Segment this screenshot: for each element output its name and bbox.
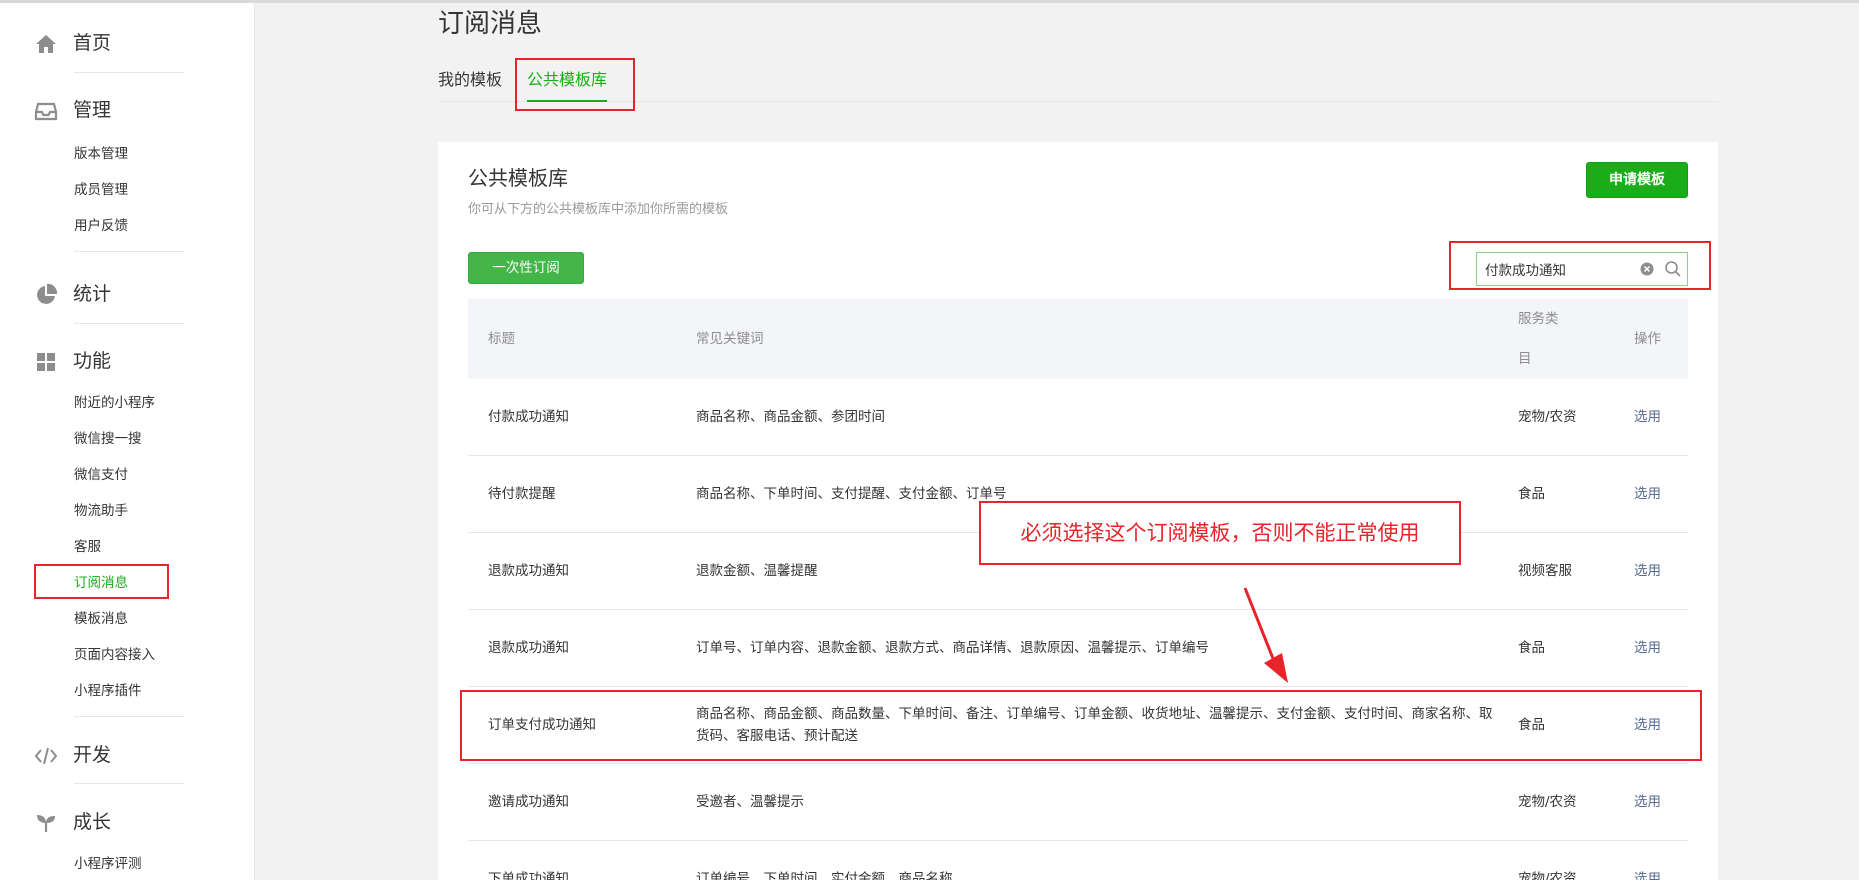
highlight-public-tab bbox=[515, 58, 635, 111]
row-keywords: 商品名称、商品金额、参团时间 bbox=[696, 409, 885, 425]
sidebar-item-plugin[interactable]: 小程序插件 bbox=[74, 681, 142, 701]
select-link[interactable]: 选用 bbox=[1634, 868, 1661, 880]
row-title: 下单成功通知 bbox=[488, 871, 569, 880]
sidebar-item-search[interactable]: 微信搜一搜 bbox=[74, 429, 142, 449]
nav-features-label: 功能 bbox=[73, 350, 112, 372]
header-service: 服务类目 bbox=[1518, 299, 1568, 379]
sidebar-item-members[interactable]: 成员管理 bbox=[74, 180, 128, 200]
row-service: 宠物/农资 bbox=[1518, 409, 1577, 425]
divider bbox=[74, 323, 184, 324]
row-title: 退款成功通知 bbox=[488, 563, 569, 579]
sidebar-item-feedback[interactable]: 用户反馈 bbox=[74, 216, 128, 236]
row-service: 食品 bbox=[1518, 486, 1545, 502]
row-keywords: 订单号、订单内容、退款金额、退款方式、商品详情、退款原因、温馨提示、订单编号 bbox=[696, 640, 1209, 656]
sidebar-item-logistics[interactable]: 物流助手 bbox=[74, 501, 128, 521]
template-table: 标题 常见关键词 服务类目 操作 付款成功通知 商品名称、商品金额、参团时间 宠… bbox=[468, 299, 1688, 880]
inbox-icon bbox=[34, 102, 58, 121]
annotation-arrow-icon bbox=[1243, 587, 1288, 683]
divider bbox=[74, 716, 184, 717]
header-title: 标题 bbox=[488, 331, 515, 347]
nav-features[interactable]: 功能 bbox=[0, 340, 254, 384]
select-link[interactable]: 选用 bbox=[1634, 791, 1661, 813]
tab-my-templates[interactable]: 我的模板 bbox=[438, 68, 502, 92]
row-service: 宠物/农资 bbox=[1518, 871, 1577, 880]
row-keywords: 订单编号、下单时间、实付金额、商品名称 bbox=[696, 871, 953, 880]
divider bbox=[74, 783, 184, 784]
divider bbox=[74, 251, 184, 252]
grid-icon bbox=[37, 353, 55, 371]
page-title: 订阅消息 bbox=[438, 9, 543, 39]
home-icon bbox=[36, 35, 56, 53]
header-action: 操作 bbox=[1634, 331, 1661, 347]
sidebar-item-template[interactable]: 模板消息 bbox=[74, 609, 128, 629]
sidebar-item-content[interactable]: 页面内容接入 bbox=[74, 645, 155, 665]
sidebar: 首页 管理 版本管理 成员管理 用户反馈 统计 功能 附近的小程序 微信搜一搜 … bbox=[0, 3, 255, 880]
nav-growth-label: 成长 bbox=[73, 811, 112, 833]
sidebar-item-evaluation[interactable]: 小程序评测 bbox=[74, 854, 142, 874]
nav-growth[interactable]: 成长 bbox=[0, 801, 254, 845]
sidebar-item-pay[interactable]: 微信支付 bbox=[74, 465, 128, 485]
table-row: 下单成功通知 订单编号、下单时间、实付金额、商品名称 宠物/农资 选用 bbox=[468, 841, 1688, 880]
row-service: 视频客服 bbox=[1518, 563, 1572, 579]
header-keywords: 常见关键词 bbox=[696, 331, 764, 347]
nav-dev[interactable]: 开发 bbox=[0, 734, 254, 778]
one-time-subscribe-button[interactable]: 一次性订阅 bbox=[468, 252, 584, 284]
table-row: 退款成功通知 订单号、订单内容、退款金额、退款方式、商品详情、退款原因、温馨提示… bbox=[468, 610, 1688, 687]
nav-home[interactable]: 首页 bbox=[0, 22, 254, 66]
select-link[interactable]: 选用 bbox=[1634, 637, 1661, 659]
select-link[interactable]: 选用 bbox=[1634, 483, 1661, 505]
sidebar-item-service[interactable]: 客服 bbox=[74, 537, 101, 557]
row-service: 食品 bbox=[1518, 640, 1545, 656]
highlight-target-row bbox=[460, 690, 1702, 761]
table-header: 标题 常见关键词 服务类目 操作 bbox=[468, 299, 1688, 379]
highlight-subscribe-menu bbox=[34, 564, 169, 599]
table-row: 邀请成功通知 受邀者、温馨提示 宠物/农资 选用 bbox=[468, 764, 1688, 841]
select-link[interactable]: 选用 bbox=[1634, 406, 1661, 428]
row-keywords: 受邀者、温馨提示 bbox=[696, 794, 804, 810]
apply-template-button[interactable]: 申请模板 bbox=[1586, 162, 1688, 198]
sidebar-item-version[interactable]: 版本管理 bbox=[74, 144, 128, 164]
row-title: 邀请成功通知 bbox=[488, 794, 569, 810]
row-title: 退款成功通知 bbox=[488, 640, 569, 656]
nav-manage-label: 管理 bbox=[73, 99, 112, 121]
select-link[interactable]: 选用 bbox=[1634, 560, 1661, 582]
header-service-line2: 目 bbox=[1518, 351, 1532, 367]
sprout-icon bbox=[37, 815, 55, 832]
row-title: 待付款提醒 bbox=[488, 486, 556, 502]
header-service-line1: 服务类 bbox=[1518, 311, 1559, 327]
code-icon bbox=[34, 747, 58, 765]
row-title: 付款成功通知 bbox=[488, 409, 569, 425]
annotation-callout: 必须选择这个订阅模板，否则不能正常使用 bbox=[979, 501, 1461, 565]
pie-chart-icon bbox=[37, 283, 58, 304]
highlight-search-box bbox=[1449, 241, 1711, 290]
panel-title: 公共模板库 bbox=[468, 166, 568, 190]
panel-description: 你可从下方的公共模板库中添加你所需的模板 bbox=[468, 202, 729, 217]
nav-stats[interactable]: 统计 bbox=[0, 273, 254, 317]
divider bbox=[74, 72, 184, 73]
row-service: 宠物/农资 bbox=[1518, 794, 1577, 810]
nav-manage[interactable]: 管理 bbox=[0, 89, 254, 133]
table-row: 付款成功通知 商品名称、商品金额、参团时间 宠物/农资 选用 bbox=[468, 379, 1688, 456]
nav-stats-label: 统计 bbox=[73, 283, 112, 305]
nav-home-label: 首页 bbox=[73, 32, 112, 54]
top-border bbox=[0, 0, 1859, 3]
nav-dev-label: 开发 bbox=[73, 744, 112, 766]
sidebar-item-nearby[interactable]: 附近的小程序 bbox=[74, 393, 155, 413]
